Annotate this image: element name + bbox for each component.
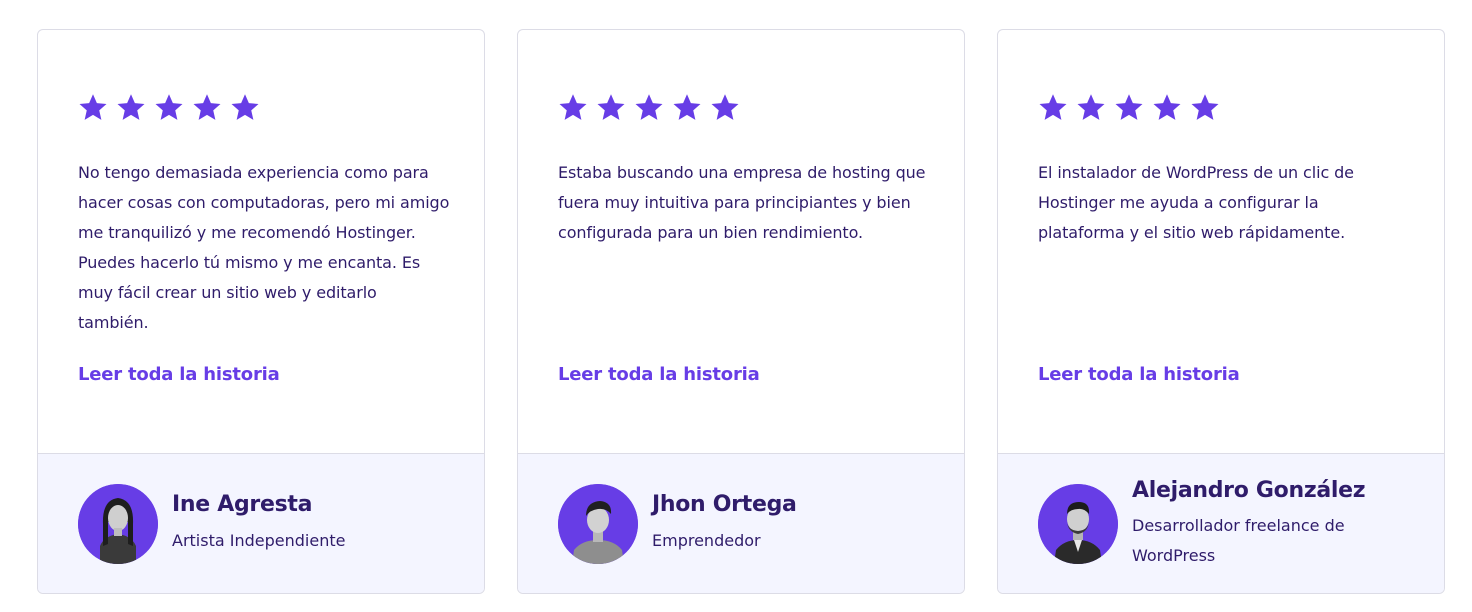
avatar [78, 484, 158, 564]
star-icon [672, 92, 702, 122]
testimonial-quote: Estaba buscando una empresa de hosting q… [558, 163, 926, 242]
testimonial-body: Estaba buscando una empresa de hosting q… [518, 30, 964, 454]
star-icon [1190, 92, 1220, 122]
star-icon [1152, 92, 1182, 122]
author-role: Artista Independiente [172, 531, 346, 550]
testimonials-section: No tengo demasiada experiencia como para… [0, 0, 1472, 612]
testimonial-author: Alejandro González Desarrollador freelan… [998, 453, 1444, 593]
star-icon [710, 92, 740, 122]
star-icon [192, 92, 222, 122]
author-role: Emprendedor [652, 531, 761, 550]
star-icon [1114, 92, 1144, 122]
testimonial-card: El instalador de WordPress de un clic de… [997, 29, 1445, 594]
rating-stars [78, 92, 260, 122]
testimonial-author: Ine Agresta Artista Independiente [38, 453, 484, 593]
rating-stars [558, 92, 740, 122]
star-icon [1076, 92, 1106, 122]
testimonial-author: Jhon Ortega Emprendedor [518, 453, 964, 593]
read-full-story-link[interactable]: Leer toda la historia [558, 364, 760, 385]
testimonial-quote: No tengo demasiada experiencia como para… [78, 163, 450, 332]
star-icon [154, 92, 184, 122]
author-name: Ine Agresta [172, 492, 313, 517]
person-photo-icon [558, 484, 638, 564]
testimonial-card: No tengo demasiada experiencia como para… [37, 29, 485, 594]
avatar [558, 484, 638, 564]
testimonial-body: El instalador de WordPress de un clic de… [998, 30, 1444, 454]
star-icon [596, 92, 626, 122]
testimonial-card: Estaba buscando una empresa de hosting q… [517, 29, 965, 594]
star-icon [116, 92, 146, 122]
read-full-story-link[interactable]: Leer toda la historia [78, 364, 280, 385]
person-photo-icon [78, 484, 158, 564]
star-icon [78, 92, 108, 122]
read-full-story-link[interactable]: Leer toda la historia [1038, 364, 1240, 385]
author-role: Desarrollador freelance de WordPress [1132, 516, 1345, 565]
person-photo-icon [1038, 484, 1118, 564]
testimonial-quote: El instalador de WordPress de un clic de… [1038, 163, 1354, 242]
star-icon [1038, 92, 1068, 122]
star-icon [230, 92, 260, 122]
star-icon [634, 92, 664, 122]
author-name: Alejandro González [1132, 478, 1366, 503]
avatar [1038, 484, 1118, 564]
star-icon [558, 92, 588, 122]
rating-stars [1038, 92, 1220, 122]
author-name: Jhon Ortega [652, 492, 797, 517]
testimonial-body: No tengo demasiada experiencia como para… [38, 30, 484, 454]
